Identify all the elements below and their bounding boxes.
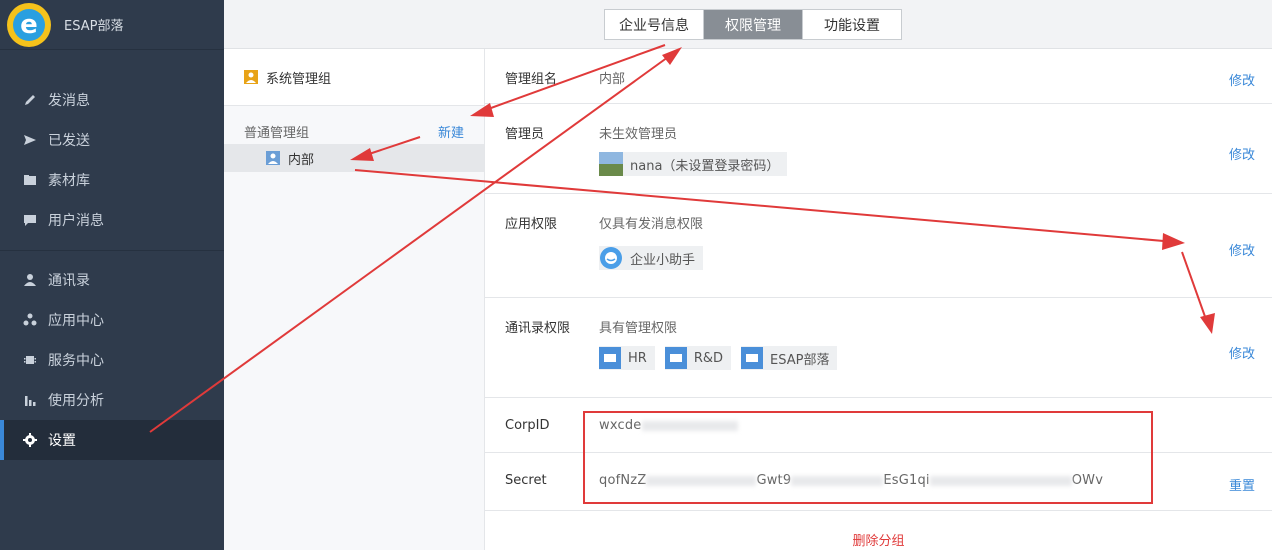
- app-permission-value: 仅具有发消息权限: [599, 217, 704, 232]
- new-group-link[interactable]: 新建: [438, 122, 464, 141]
- admin-user-icon: [244, 70, 258, 84]
- secret-label: Secret: [505, 473, 547, 488]
- pencil-icon: [22, 92, 38, 108]
- edit-contact-permission-link[interactable]: 修改: [1229, 343, 1255, 362]
- nav-item-settings[interactable]: 设置: [0, 420, 224, 460]
- admin-user-name: nana（未设置登录密码）: [630, 158, 780, 174]
- row-admin: 管理员 未生效管理员 nana（未设置登录密码） 修改: [485, 104, 1272, 194]
- tab-feature-settings[interactable]: 功能设置: [803, 10, 901, 39]
- edit-admin-link[interactable]: 修改: [1229, 144, 1255, 163]
- department-name: HR: [628, 350, 647, 366]
- app-name: 企业小助手: [630, 252, 696, 268]
- send-icon: [22, 132, 38, 148]
- nav-item-label: 使用分析: [48, 393, 104, 409]
- admin-label: 管理员: [505, 127, 545, 142]
- system-admin-group[interactable]: 系统管理组: [224, 49, 484, 106]
- nav-item-label: 已发送: [48, 133, 90, 149]
- delete-group-link[interactable]: 删除分组: [485, 530, 1272, 549]
- service-icon: [22, 352, 38, 368]
- nav-divider: [0, 250, 224, 251]
- user-icon: [266, 151, 280, 165]
- gear-icon: [22, 432, 38, 448]
- contact-permission-value: 具有管理权限: [599, 321, 678, 336]
- user-avatar: [599, 152, 623, 176]
- system-admin-group-label: 系统管理组: [266, 71, 332, 87]
- person-icon: [22, 272, 38, 288]
- nav-item-label: 用户消息: [48, 213, 104, 229]
- app-chip: 企业小助手: [599, 246, 704, 270]
- department-chip: R&D: [664, 346, 731, 370]
- folder-icon: [741, 347, 763, 369]
- nav-item-service-center[interactable]: 服务中心: [0, 340, 224, 380]
- nav-item-label: 素材库: [48, 173, 90, 189]
- row-contact-permission: 通讯录权限 具有管理权限 HR R&D ESAP部落 修改: [485, 298, 1272, 398]
- department-chip: ESAP部落: [741, 346, 838, 370]
- group-item-label: 内部: [288, 152, 315, 168]
- group-list: 系统管理组 普通管理组 新建 内部: [224, 49, 485, 550]
- brand-name: ESAP部落: [64, 19, 124, 34]
- brand: e ESAP部落: [0, 0, 224, 50]
- nav-item-label: 发消息: [48, 93, 90, 109]
- nav-item-label: 设置: [48, 433, 76, 449]
- nav-item-app-center[interactable]: 应用中心: [0, 300, 224, 340]
- nav-item-label: 应用中心: [48, 313, 104, 329]
- svg-text:e: e: [20, 10, 38, 40]
- admin-status: 未生效管理员: [599, 127, 678, 142]
- nav-item-send-message[interactable]: 发消息: [0, 80, 224, 120]
- department-name: R&D: [693, 350, 723, 366]
- contact-permission-label: 通讯录权限: [505, 321, 571, 336]
- nav-item-usage-analytics[interactable]: 使用分析: [0, 380, 224, 420]
- admin-user-chip: nana（未设置登录密码）: [599, 152, 788, 176]
- tab-permission-management[interactable]: 权限管理: [704, 10, 803, 39]
- department-chip: HR: [599, 346, 655, 370]
- folder-icon: [664, 347, 687, 369]
- tab-bar: 企业号信息 权限管理 功能设置: [604, 9, 902, 40]
- row-app-permission: 应用权限 仅具有发消息权限 企业小助手 修改: [485, 194, 1272, 298]
- reset-secret-link[interactable]: 重置: [1229, 475, 1255, 494]
- group-name-label: 管理组名: [505, 72, 558, 87]
- nav-item-contacts[interactable]: 通讯录: [0, 260, 224, 300]
- folder-icon: [22, 172, 38, 188]
- sidebar: e ESAP部落 发消息 已发送 素材库 用户消息 通讯录 应用中心 服务中心 …: [0, 0, 224, 550]
- group-item-internal[interactable]: 内部: [224, 144, 484, 172]
- assistant-app-icon: [599, 246, 623, 270]
- nav-menu: 发消息 已发送 素材库 用户消息 通讯录 应用中心 服务中心 使用分析 设置: [0, 80, 224, 460]
- nav-item-user-messages[interactable]: 用户消息: [0, 200, 224, 240]
- department-list: HR R&D ESAP部落: [599, 346, 838, 370]
- corpid-label: CorpID: [505, 418, 550, 433]
- group-name-value: 内部: [599, 72, 626, 87]
- row-group-name: 管理组名 内部 修改: [485, 49, 1272, 104]
- nav-item-sent[interactable]: 已发送: [0, 120, 224, 160]
- normal-admin-group-title: 普通管理组: [244, 125, 310, 141]
- department-name: ESAP部落: [770, 352, 830, 368]
- apps-icon: [22, 312, 38, 328]
- nav-item-materials[interactable]: 素材库: [0, 160, 224, 200]
- bar-chart-icon: [22, 392, 38, 408]
- annotation-highlight-box: [583, 411, 1153, 504]
- nav-item-label: 通讯录: [48, 273, 90, 289]
- app-permission-label: 应用权限: [505, 217, 558, 232]
- edit-app-permission-link[interactable]: 修改: [1229, 240, 1255, 259]
- nav-item-label: 服务中心: [48, 353, 104, 369]
- folder-icon: [599, 347, 621, 369]
- esap-logo-icon: e: [4, 0, 54, 50]
- tab-enterprise-info[interactable]: 企业号信息: [605, 10, 704, 39]
- edit-group-name-link[interactable]: 修改: [1229, 70, 1255, 89]
- chat-icon: [22, 212, 38, 228]
